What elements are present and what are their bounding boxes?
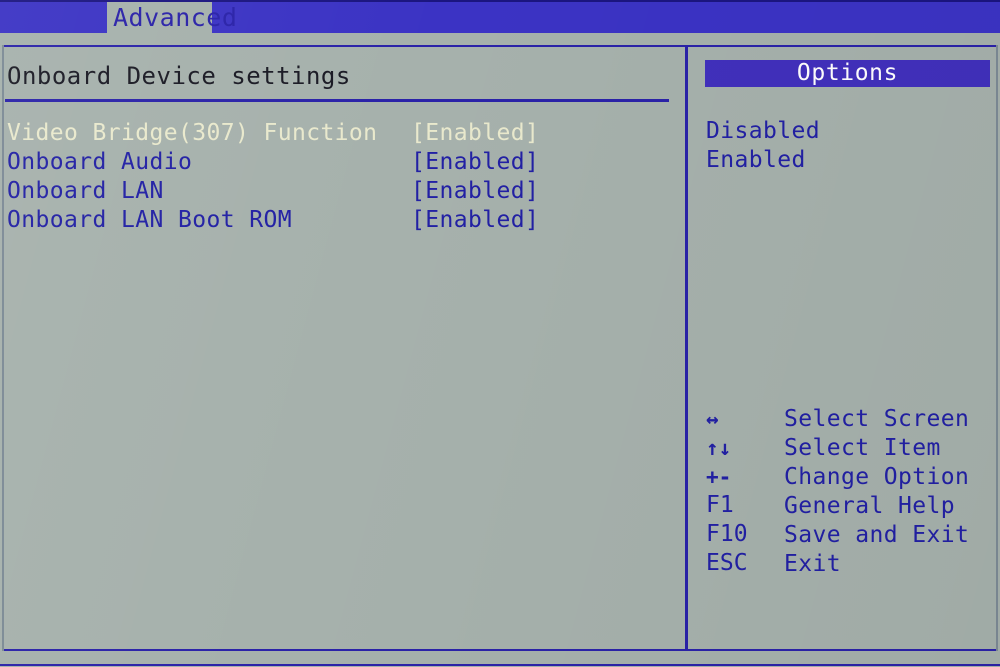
options-list: Disabled Enabled — [706, 117, 986, 175]
settings-list: Video Bridge(307) Function [Enabled] Onb… — [3, 119, 685, 235]
bios-setup-screen: Advanced Onboard Device settings Video B… — [0, 0, 1000, 667]
key-legend-row-exit: ESC Exit — [688, 550, 997, 579]
frame-bottom-border — [3, 649, 997, 651]
key-legend-label: Save and Exit — [784, 522, 970, 548]
tab-advanced[interactable]: Advanced — [107, 2, 237, 33]
key-legend-row-select-item: ↑↓ Select Item — [688, 434, 997, 463]
options-pane: Options Disabled Enabled ↔ Select Screen… — [688, 47, 997, 649]
setting-row-onboard-audio[interactable]: Onboard Audio [Enabled] — [3, 148, 685, 177]
setting-label: Onboard Audio — [7, 149, 193, 175]
key-legend-label: Exit — [784, 551, 841, 577]
setting-label: Video Bridge(307) Function — [7, 120, 378, 146]
key-legend-label: General Help — [784, 493, 955, 519]
setting-row-onboard-lan[interactable]: Onboard LAN [Enabled] — [3, 177, 685, 206]
setting-value[interactable]: [Enabled] — [411, 119, 539, 148]
setting-row-onboard-lan-boot-rom[interactable]: Onboard LAN Boot ROM [Enabled] — [3, 206, 685, 235]
frame-outer-bottom-border — [0, 664, 1000, 666]
key-legend-row-change-option: +- Change Option — [688, 463, 997, 492]
key-legend-row-save-and-exit: F10 Save and Exit — [688, 521, 997, 550]
option-item-disabled[interactable]: Disabled — [706, 117, 986, 146]
option-item-enabled[interactable]: Enabled — [706, 146, 986, 175]
setting-label: Onboard LAN — [7, 178, 164, 204]
f10-key-icon: F10 — [706, 521, 748, 547]
menu-bar: Advanced — [0, 0, 1000, 33]
key-legend-row-select-screen: ↔ Select Screen — [688, 405, 997, 434]
key-legend-row-general-help: F1 General Help — [688, 492, 997, 521]
settings-pane: Onboard Device settings Video Bridge(307… — [3, 47, 685, 649]
key-legend-label: Select Screen — [784, 406, 970, 432]
f1-key-icon: F1 — [706, 492, 734, 518]
esc-key-icon: ESC — [706, 550, 748, 576]
page-title: Onboard Device settings — [7, 62, 351, 90]
key-legend-label: Change Option — [784, 464, 970, 490]
setting-value[interactable]: [Enabled] — [411, 177, 539, 206]
title-separator-rule — [5, 99, 669, 102]
key-legend: ↔ Select Screen ↑↓ Select Item +- Change… — [688, 405, 997, 579]
options-panel-header: Options — [705, 60, 990, 87]
setting-label: Onboard LAN Boot ROM — [7, 207, 292, 233]
left-right-arrow-icon: ↔ — [706, 407, 719, 431]
setting-value[interactable]: [Enabled] — [411, 206, 539, 235]
up-down-arrow-icon: ↑↓ — [706, 436, 732, 460]
key-legend-label: Select Item — [784, 435, 941, 461]
plus-minus-icon: +- — [706, 465, 732, 489]
setting-value[interactable]: [Enabled] — [411, 148, 539, 177]
setting-row-video-bridge[interactable]: Video Bridge(307) Function [Enabled] — [3, 119, 685, 148]
